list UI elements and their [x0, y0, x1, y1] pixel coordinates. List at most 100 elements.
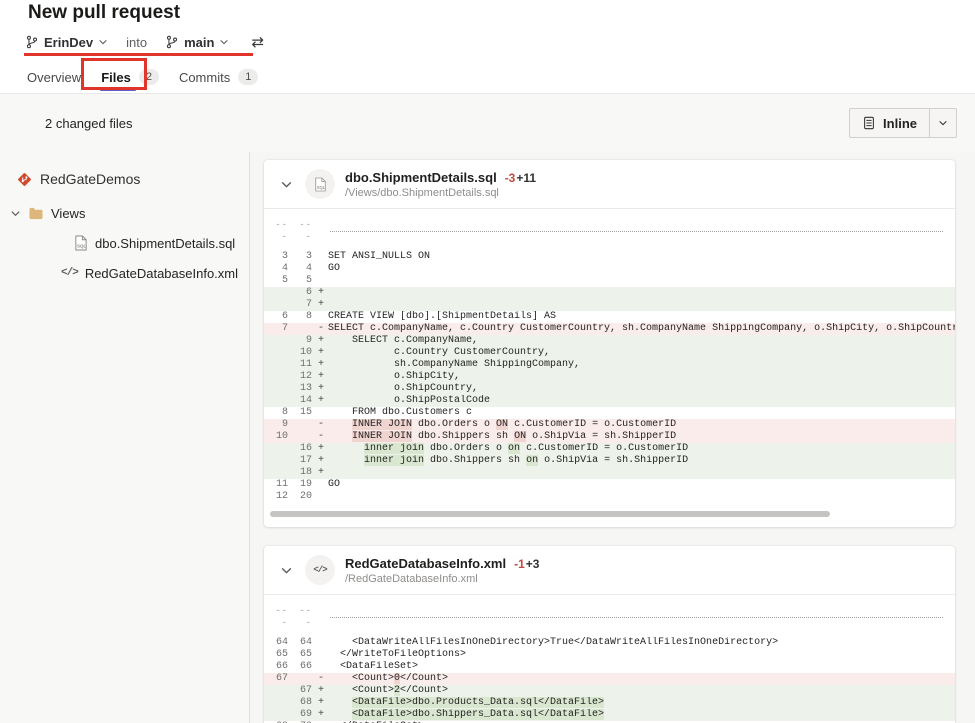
- selected-tab-underline: [100, 88, 136, 91]
- diff-line: 18+: [264, 467, 955, 479]
- expand-collapsed-lines[interactable]: --- ---: [264, 605, 955, 637]
- diff-line: 16+ inner join dbo.Orders o on c.Custome…: [264, 443, 955, 455]
- tab-files[interactable]: Files 2: [99, 61, 161, 93]
- diff-card-header: SQL dbo.ShipmentDetails.sql -3+11 /Views…: [264, 160, 955, 209]
- added-count: +11: [516, 171, 536, 185]
- repo-name: RedGateDemos: [40, 171, 140, 187]
- repo-root-node[interactable]: RedGateDemos: [0, 162, 249, 196]
- diff-line: 13+ o.ShipCountry,: [264, 383, 955, 395]
- collapsed-marker: ---: [296, 219, 312, 243]
- git-branch-icon: [25, 35, 39, 49]
- page-header: New pull request ErinDev into main: [0, 0, 975, 94]
- collapsed-marker: ---: [272, 219, 288, 243]
- diff-line: 68CREATE VIEW [dbo].[ShipmentDetails] AS: [264, 311, 955, 323]
- tree-node-shipmentdetails-sql[interactable]: SQL dbo.ShipmentDetails.sql: [0, 228, 249, 258]
- inline-view-button[interactable]: Inline: [850, 109, 929, 137]
- file-path: /Views/dbo.ShipmentDetails.sql: [345, 187, 536, 199]
- collapsed-dotted-line: [330, 617, 943, 618]
- diff-line: 67+ <Count>2</Count>: [264, 685, 955, 697]
- sql-file-icon: SQL: [305, 169, 335, 199]
- diff-line: 44GO: [264, 263, 955, 275]
- diff-main-column: SQL dbo.ShipmentDetails.sql -3+11 /Views…: [250, 152, 975, 723]
- file-name: dbo.ShipmentDetails.sql: [95, 236, 235, 251]
- code-file-icon: </>: [305, 555, 335, 585]
- file-name: RedGateDatabaseInfo.xml: [85, 266, 238, 281]
- diff-line: 11+ sh.CompanyName ShippingCompany,: [264, 359, 955, 371]
- azure-repos-icon: [16, 171, 33, 188]
- diff-line: 67- <Count>0</Count>: [264, 673, 955, 685]
- sql-file-icon: SQL: [74, 235, 88, 251]
- removed-count: -1: [514, 557, 525, 571]
- diff-line: 7-SELECT c.CompanyName, c.Country Custom…: [264, 323, 955, 335]
- file-tree-sidebar: RedGateDemos Views SQL dbo.ShipmentD: [0, 152, 250, 723]
- changed-files-count: 2 changed files: [45, 116, 132, 131]
- collapse-chevron-icon[interactable]: [278, 562, 295, 579]
- chevron-down-icon[interactable]: [10, 208, 21, 219]
- diff-line: 10- INNER JOIN dbo.Shippers sh ON o.Ship…: [264, 431, 955, 443]
- diff-line: 1119GO: [264, 479, 955, 491]
- pr-tabs: Overview Files 2 Commits 1: [25, 61, 260, 93]
- file-meta: dbo.ShipmentDetails.sql -3+11 /Views/dbo…: [345, 170, 536, 199]
- diff-card-header: </> RedGateDatabaseInfo.xml -1+3 /RedGat…: [264, 546, 955, 595]
- chevron-down-icon: [98, 37, 108, 47]
- files-count-badge: 2: [139, 69, 159, 85]
- tab-commits[interactable]: Commits 1: [177, 61, 260, 93]
- tab-overview[interactable]: Overview: [25, 61, 83, 93]
- diff-lines: 6464 <DataWriteAllFilesInOneDirectory>Tr…: [264, 637, 955, 723]
- tab-label: Overview: [27, 70, 81, 85]
- diff-line: 815 FROM dbo.Customers c: [264, 407, 955, 419]
- diff-line: 1220: [264, 491, 955, 503]
- file-name: RedGateDatabaseInfo.xml: [345, 556, 506, 571]
- swap-branches-icon[interactable]: ⇄: [251, 35, 264, 50]
- diff-line: 6464 <DataWriteAllFilesInOneDirectory>Tr…: [264, 637, 955, 649]
- diff-card-shipmentdetails: SQL dbo.ShipmentDetails.sql -3+11 /Views…: [264, 160, 955, 527]
- page-title: New pull request: [28, 2, 180, 24]
- diff-line: 6565 </WriteToFileOptions>: [264, 649, 955, 661]
- tree-node-views[interactable]: Views: [0, 198, 249, 228]
- diff-line: 12+ o.ShipCity,: [264, 371, 955, 383]
- file-path: /RedGateDatabaseInfo.xml: [345, 573, 539, 585]
- annotation-red-underline: [24, 53, 253, 56]
- source-branch-selector[interactable]: ErinDev: [25, 35, 108, 50]
- diff-line: 7+: [264, 299, 955, 311]
- horizontal-scrollbar: [270, 511, 945, 517]
- diff-line: 14+ o.ShipPostalCode: [264, 395, 955, 407]
- diff-line: 68+ <DataFile>dbo.Products_Data.sql</Dat…: [264, 697, 955, 709]
- collapsed-marker: ---: [272, 605, 288, 629]
- svg-text:SQL: SQL: [77, 244, 86, 249]
- target-branch-selector[interactable]: main: [165, 35, 229, 50]
- git-branch-icon: [165, 35, 179, 49]
- diff-line: 10+ c.Country CustomerCountry,: [264, 347, 955, 359]
- branch-selector-bar: ErinDev into main ⇄: [25, 33, 264, 51]
- folder-icon: [28, 207, 44, 220]
- diff-line: 69+ <DataFile>dbo.Shippers_Data.sql</Dat…: [264, 709, 955, 721]
- collapsed-dotted-line: [330, 231, 943, 232]
- diff-line: 6+: [264, 287, 955, 299]
- diff-card-redgatedatabaseinfo: </> RedGateDatabaseInfo.xml -1+3 /RedGat…: [264, 546, 955, 723]
- tab-label: Commits: [179, 70, 230, 85]
- collapse-chevron-icon[interactable]: [278, 176, 295, 193]
- diff-line: 33SET ANSI_NULLS ON: [264, 251, 955, 263]
- diff-line: 9+ SELECT c.CompanyName,: [264, 335, 955, 347]
- inline-diff-icon: [862, 116, 876, 130]
- files-content: RedGateDemos Views SQL dbo.ShipmentD: [0, 152, 975, 723]
- tree-node-redgatedatabaseinfo-xml[interactable]: </> RedGateDatabaseInfo.xml: [0, 258, 249, 288]
- diff-line: 9- INNER JOIN dbo.Orders o ON c.Customer…: [264, 419, 955, 431]
- collapsed-marker: ---: [296, 605, 312, 629]
- diff-counts: -1+3: [514, 557, 539, 571]
- added-count: +3: [526, 557, 540, 571]
- diff-line: 6666 <DataFileSet>: [264, 661, 955, 673]
- horizontal-scrollbar-thumb[interactable]: [270, 511, 830, 517]
- code-glyph: </>: [313, 565, 326, 575]
- source-branch-name: ErinDev: [44, 35, 93, 50]
- commits-count-badge: 1: [238, 69, 258, 85]
- tab-label: Files: [101, 70, 131, 85]
- file-name: dbo.ShipmentDetails.sql: [345, 170, 497, 185]
- removed-count: -3: [505, 171, 516, 185]
- folder-name: Views: [51, 206, 85, 221]
- view-mode-dropdown-button[interactable]: [930, 109, 956, 137]
- file-meta: RedGateDatabaseInfo.xml -1+3 /RedGateDat…: [345, 556, 539, 585]
- diff-view-switch: Inline: [849, 108, 957, 138]
- diff-body: --- --- 6464 <DataWriteAllFilesInOneDire…: [264, 595, 955, 723]
- expand-collapsed-lines[interactable]: --- ---: [264, 219, 955, 251]
